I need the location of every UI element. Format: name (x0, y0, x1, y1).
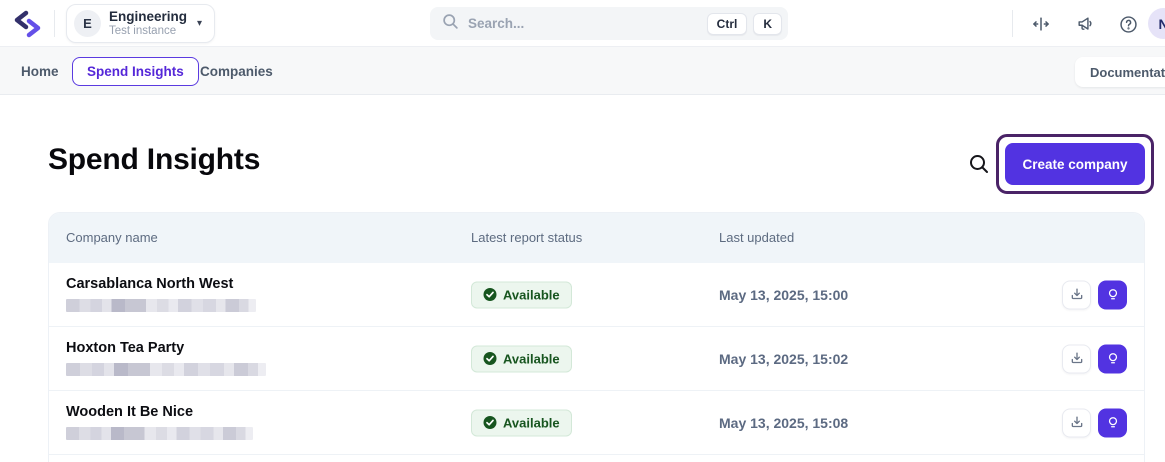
company-name: Carsablanca North West (66, 276, 234, 292)
company-name: Hoxton Tea Party (66, 340, 185, 356)
download-icon (1071, 288, 1082, 300)
create-company-button[interactable]: Create company (1005, 143, 1145, 185)
app-logo-icon[interactable] (12, 8, 44, 40)
column-report-status: Latest report status (471, 230, 583, 245)
chevron-down-icon: ▾ (197, 18, 203, 29)
table-header: Company name Latest report status Last u… (49, 213, 1144, 263)
last-updated: May 13, 2025, 15:08 (719, 414, 849, 431)
nav-item-companies[interactable]: Companies (200, 47, 273, 95)
status-badge: Available (471, 345, 572, 372)
help-icon[interactable] (1116, 12, 1140, 36)
insights-button[interactable] (1098, 408, 1127, 437)
companies-table: Company name Latest report status Last u… (48, 212, 1145, 462)
last-updated: May 13, 2025, 15:02 (719, 350, 849, 367)
table-body: Carsablanca North West Available May 13,… (49, 263, 1144, 455)
topbar: E Engineering Test instance ▾ Search... … (0, 0, 1165, 47)
search-placeholder: Search... (468, 16, 525, 31)
download-report-button[interactable] (1062, 408, 1091, 437)
check-circle-icon (483, 288, 497, 301)
status-badge: Available (471, 281, 572, 308)
company-name: Wooden It Be Nice (66, 404, 194, 420)
search-icon (442, 13, 459, 35)
lightbulb-icon (1108, 417, 1117, 428)
page-title: Spend Insights (48, 143, 261, 176)
column-company-name: Company name (66, 230, 158, 245)
panel-resize-icon[interactable] (1029, 12, 1053, 36)
primary-nav: Home Spend Insights Companies Documentat… (0, 47, 1165, 95)
redacted-text (66, 427, 253, 440)
divider (54, 10, 55, 37)
nav-item-home[interactable]: Home (21, 47, 59, 95)
redacted-text (66, 363, 266, 376)
insights-button[interactable] (1098, 344, 1127, 373)
table-row: Carsablanca North West Available May 13,… (49, 263, 1144, 327)
nav-item-spend-insights[interactable]: Spend Insights (72, 57, 199, 86)
column-last-updated: Last updated (719, 230, 795, 245)
lightbulb-icon (1108, 289, 1117, 300)
megaphone-icon[interactable] (1073, 12, 1097, 36)
status-badge: Available (471, 409, 572, 436)
table-row: Wooden It Be Nice Available May 13, 2025… (49, 391, 1144, 455)
documentation-button[interactable]: Documentation (1075, 57, 1165, 87)
download-report-button[interactable] (1062, 344, 1091, 373)
redacted-text (66, 299, 256, 312)
lightbulb-icon (1108, 353, 1117, 364)
workspace-avatar: E (74, 10, 101, 37)
check-circle-icon (483, 416, 497, 429)
annotation-highlight: Create company (996, 134, 1154, 194)
check-circle-icon (483, 352, 497, 365)
workspace-name: Engineering (109, 9, 188, 25)
shortcut-k-key: K (753, 12, 782, 35)
shortcut-ctrl-key: Ctrl (706, 12, 748, 35)
table-search-icon[interactable] (968, 153, 990, 175)
divider (1012, 10, 1013, 37)
download-icon (1071, 352, 1082, 364)
user-avatar[interactable]: N (1148, 8, 1165, 39)
last-updated: May 13, 2025, 15:00 (719, 286, 849, 303)
workspace-switcher[interactable]: E Engineering Test instance ▾ (66, 4, 216, 43)
table-row: Hoxton Tea Party Available May 13, 2025,… (49, 327, 1144, 391)
workspace-subtitle: Test instance (109, 24, 177, 37)
download-report-button[interactable] (1062, 280, 1091, 309)
global-search-input[interactable]: Search... Ctrl K (430, 7, 788, 40)
app: E Engineering Test instance ▾ Search... … (0, 0, 1165, 462)
insights-button[interactable] (1098, 280, 1127, 309)
download-icon (1071, 416, 1082, 428)
